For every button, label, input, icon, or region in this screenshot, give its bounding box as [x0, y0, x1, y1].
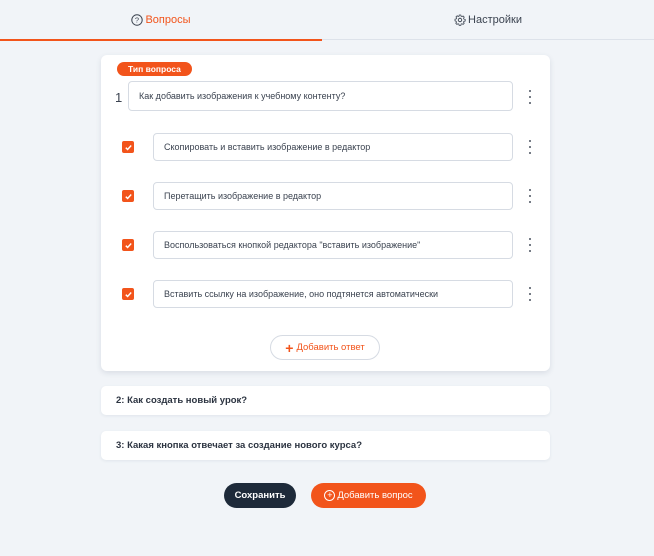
question-type-badge[interactable]: Тип вопроса [117, 62, 192, 76]
answer-3-input[interactable]: Воспользоваться кнопкой редактора "встав… [153, 231, 513, 259]
answer-2-input[interactable]: Перетащить изображение в редактор [153, 182, 513, 210]
answer-1-input[interactable]: Скопировать и вставить изображение в ред… [153, 133, 513, 161]
svg-text:?: ? [135, 16, 139, 25]
question-2-collapsed[interactable]: 2: Как создать новый урок? [101, 386, 550, 415]
tab-questions[interactable]: ? Вопросы [0, 0, 322, 41]
answer-4-checkbox[interactable] [122, 288, 134, 300]
question-input[interactable]: Как добавить изображения к учебному конт… [128, 81, 513, 111]
check-icon [124, 242, 132, 249]
check-icon [124, 193, 132, 200]
add-answer-button[interactable]: + Добавить ответ [270, 335, 380, 360]
add-question-button[interactable]: + Добавить вопрос [311, 483, 426, 508]
question-number: 1 [115, 90, 123, 105]
question-card: Тип вопроса 1 Как добавить изображения к… [101, 55, 550, 371]
question-circle-icon: ? [131, 14, 144, 26]
question-3-collapsed[interactable]: 3: Какая кнопка отвечает за создание нов… [101, 431, 550, 460]
check-icon [124, 291, 132, 298]
tab-bar: ? Вопросы Настройки [0, 0, 654, 41]
tab-settings-label: Настройки [468, 14, 522, 26]
question-menu-icon[interactable] [526, 90, 534, 104]
answer-1-menu-icon[interactable] [526, 140, 534, 154]
add-question-label: Добавить вопрос [337, 490, 413, 501]
add-answer-label: Добавить ответ [296, 342, 365, 353]
tab-questions-label: Вопросы [145, 14, 191, 26]
answer-2-checkbox[interactable] [122, 190, 134, 202]
plus-icon: + [285, 339, 294, 356]
save-button-label: Сохранить [234, 490, 286, 501]
answer-2-menu-icon[interactable] [526, 189, 534, 203]
answer-4-input[interactable]: Вставить ссылку на изображение, оно подт… [153, 280, 513, 308]
answer-3-checkbox[interactable] [122, 239, 134, 251]
save-button[interactable]: Сохранить [224, 483, 296, 508]
plus-circle-icon: + [324, 490, 336, 501]
answer-4-menu-icon[interactable] [526, 287, 534, 301]
gear-icon [454, 14, 466, 26]
answer-1-checkbox[interactable] [122, 141, 134, 153]
answer-3-menu-icon[interactable] [526, 238, 534, 252]
tab-settings[interactable]: Настройки [322, 0, 654, 40]
check-icon [124, 144, 132, 151]
